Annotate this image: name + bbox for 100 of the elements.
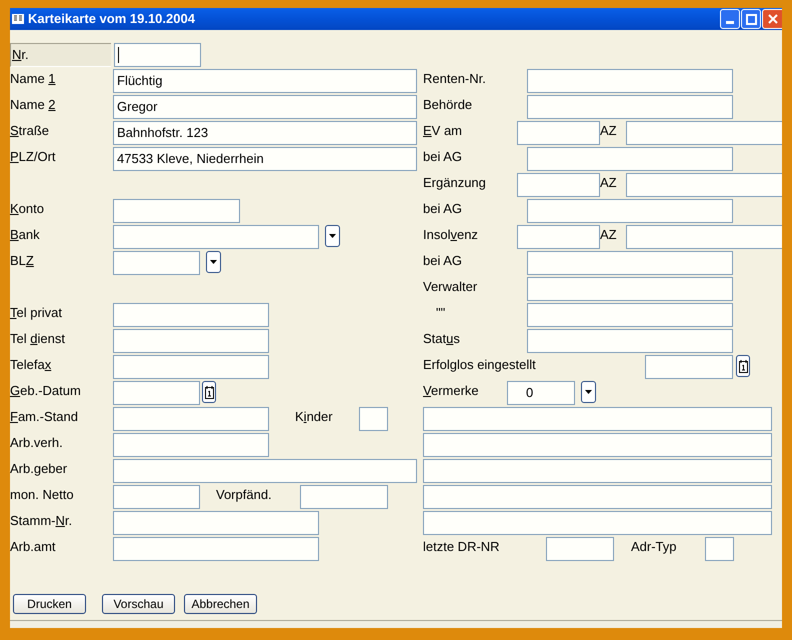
caret-icon: [585, 390, 592, 394]
text-field[interactable]: [546, 537, 614, 561]
text-field[interactable]: [626, 173, 782, 197]
field-label: Insolvenz: [423, 226, 478, 244]
field-label: bei AG: [423, 148, 462, 166]
field-label: Tel dienst: [10, 330, 65, 348]
minimize-button[interactable]: [720, 9, 740, 29]
text-field[interactable]: [527, 303, 733, 327]
text-field[interactable]: [113, 381, 200, 405]
text-field[interactable]: [113, 511, 319, 535]
field-label: Arb.verh.: [10, 434, 63, 452]
field-label: Vermerke: [423, 382, 479, 400]
dialog-button[interactable]: Drucken: [13, 594, 86, 614]
text-field[interactable]: [527, 251, 733, 275]
text-field[interactable]: [527, 329, 733, 353]
field-label: Behörde: [423, 96, 472, 114]
field-label: Nr.: [10, 43, 111, 67]
field-label: BLZ: [10, 252, 34, 270]
text-field[interactable]: [626, 225, 782, 249]
field-label: Fam.-Stand: [10, 408, 78, 426]
close-button[interactable]: [762, 9, 782, 29]
text-field[interactable]: [423, 433, 772, 457]
caret-icon: [329, 234, 336, 238]
text-field[interactable]: [113, 199, 240, 223]
text-field[interactable]: Bahnhofstr. 123: [113, 121, 417, 145]
field-label: mon. Netto: [10, 486, 74, 504]
text-field[interactable]: Flüchtig: [113, 69, 417, 93]
field-label: PLZ/Ort: [10, 148, 56, 166]
field-label: Erfolglos eingestellt: [423, 356, 536, 374]
text-field[interactable]: [113, 329, 269, 353]
text-field[interactable]: [113, 485, 200, 509]
text-field[interactable]: [113, 251, 200, 275]
text-field[interactable]: [517, 173, 600, 197]
calendar-button[interactable]: [736, 355, 750, 377]
text-field[interactable]: [113, 459, 417, 483]
field-label: Verwalter: [423, 278, 478, 296]
calendar-icon: [738, 360, 748, 372]
text-field[interactable]: [114, 43, 201, 67]
text-field[interactable]: [300, 485, 388, 509]
text-field[interactable]: [527, 95, 733, 119]
text-field[interactable]: [113, 303, 269, 327]
field-label: Straße: [10, 122, 50, 140]
field-label: Arb.amt: [10, 538, 56, 556]
maximize-icon: [746, 14, 756, 24]
field-label: Geb.-Datum: [10, 382, 81, 400]
field-label: "": [436, 304, 446, 322]
text-field[interactable]: [645, 355, 733, 379]
text-field[interactable]: 47533 Kleve, Niederrhein: [113, 147, 417, 171]
field-label: Status: [423, 330, 460, 348]
calendar-button[interactable]: [202, 381, 216, 403]
field-label: Name 2: [10, 96, 56, 114]
text-field[interactable]: Gregor: [113, 95, 417, 119]
text-field[interactable]: [423, 459, 772, 483]
minimize-icon: [726, 21, 734, 24]
text-field[interactable]: [626, 121, 782, 145]
dropdown-button[interactable]: [206, 251, 221, 273]
text-field[interactable]: [113, 407, 269, 431]
dropdown-button[interactable]: [325, 225, 340, 247]
field-label: AZ: [600, 226, 617, 244]
app-icon: [12, 13, 24, 25]
text-field[interactable]: [517, 225, 600, 249]
text-field[interactable]: [527, 69, 733, 93]
close-icon: [768, 14, 778, 24]
field-label: Renten-Nr.: [423, 70, 486, 88]
field-label: AZ: [600, 122, 617, 140]
calendar-icon: [204, 386, 214, 398]
text-field[interactable]: [113, 433, 269, 457]
field-label: EV am: [423, 122, 462, 140]
text-field[interactable]: [705, 537, 734, 561]
field-label: letzte DR-NR: [423, 538, 500, 556]
text-field[interactable]: [527, 147, 733, 171]
field-label: Konto: [10, 200, 44, 218]
field-label: Stamm-Nr.: [10, 512, 72, 530]
field-label: bei AG: [423, 200, 462, 218]
field-label: Adr-Typ: [631, 538, 677, 556]
text-field[interactable]: [527, 277, 733, 301]
dialog-button[interactable]: Vorschau: [102, 594, 175, 614]
field-label: Vorpfänd.: [216, 486, 272, 504]
text-field[interactable]: [359, 407, 388, 431]
text-field[interactable]: [423, 407, 772, 431]
caret-icon: [210, 260, 217, 264]
text-field[interactable]: [113, 537, 319, 561]
field-label: AZ: [600, 174, 617, 192]
text-field[interactable]: [517, 121, 600, 145]
text-field[interactable]: 0: [507, 381, 575, 405]
field-label: Telefax: [10, 356, 52, 374]
dialog-button[interactable]: Abbrechen: [184, 594, 257, 614]
dropdown-button[interactable]: [581, 381, 596, 403]
maximize-button[interactable]: [741, 9, 761, 29]
text-field[interactable]: [423, 485, 772, 509]
text-field[interactable]: [113, 355, 269, 379]
text-field[interactable]: [527, 199, 733, 223]
field-label: Arb.geber: [10, 460, 68, 478]
field-label: Kinder: [295, 408, 333, 426]
field-label: Tel privat: [10, 304, 62, 322]
text-field[interactable]: [113, 225, 319, 249]
window-title: Karteikarte vom 19.10.2004: [28, 10, 195, 28]
field-label: Bank: [10, 226, 40, 244]
text-field[interactable]: [423, 511, 772, 535]
field-label: Name 1: [10, 70, 56, 88]
